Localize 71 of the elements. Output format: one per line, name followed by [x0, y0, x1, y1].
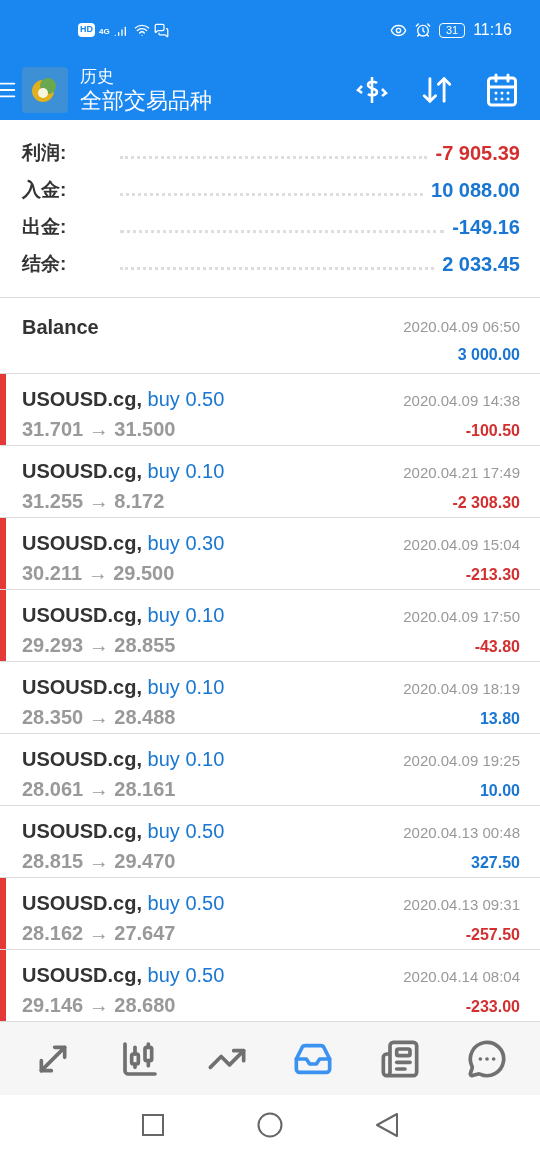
home-icon[interactable] — [257, 1112, 283, 1138]
trade-profit: -2 308.30 — [452, 492, 520, 513]
balance-amount: 3 000.00 — [457, 344, 520, 365]
hd-icon: HD — [78, 23, 95, 37]
balance-label: Balance — [22, 315, 99, 340]
trade-title: USOUSD.cg, buy 0.50 — [22, 891, 225, 916]
trade-prices: 29.293 → 28.855 — [22, 633, 177, 658]
screen-subtitle: 全部交易品种 — [80, 86, 212, 115]
app-logo — [22, 67, 68, 113]
trade-time: 2020.04.14 08:04 — [403, 967, 520, 987]
clock: 11:16 — [473, 20, 512, 40]
chat-bubble-icon[interactable] — [466, 1038, 507, 1079]
trade-profit: -257.50 — [465, 924, 520, 945]
trade-row[interactable]: USOUSD.cg, buy 0.10 29.293 → 28.855 2020.04.09 17:50 -43.80 — [0, 590, 540, 662]
newspaper-icon[interactable] — [379, 1038, 420, 1079]
trade-prices: 30.211 → 29.500 — [22, 561, 176, 586]
summary-value: -7 905.39 — [435, 141, 520, 166]
trade-prices: 31.255 → 8.172 — [22, 489, 166, 514]
trade-profit: -233.00 — [465, 996, 520, 1017]
summary-label: 入金: — [22, 177, 68, 202]
trade-row[interactable]: USOUSD.cg, buy 0.50 28.815 → 29.470 2020.04.13 00:48 327.50 — [0, 806, 540, 878]
trade-profit: -43.80 — [474, 636, 520, 657]
trade-profit: -213.30 — [465, 564, 520, 585]
trade-prices: 29.146 → 28.680 — [22, 993, 177, 1018]
summary-value: 10 088.00 — [431, 178, 520, 203]
trade-title: USOUSD.cg, buy 0.10 — [22, 675, 225, 700]
trade-profit: 327.50 — [471, 852, 520, 873]
trade-title: USOUSD.cg, buy 0.50 — [22, 387, 225, 412]
trade-prices: 28.061 → 28.161 — [22, 777, 177, 802]
trade-profit: 13.80 — [479, 708, 520, 729]
trade-row[interactable]: USOUSD.cg, buy 0.50 31.701 → 31.500 2020.04.09 14:38 -100.50 — [0, 374, 540, 446]
trade-row[interactable]: USOUSD.cg, buy 0.10 28.061 → 28.161 2020.04.09 19:25 10.00 — [0, 734, 540, 806]
trade-time: 2020.04.13 00:48 — [403, 823, 520, 843]
recent-apps-icon[interactable] — [141, 1113, 165, 1137]
trade-row[interactable]: USOUSD.cg, buy 0.10 28.350 → 28.488 2020.04.09 18:19 13.80 — [0, 662, 540, 734]
trade-prices: 31.701 → 31.500 — [22, 417, 177, 442]
summary-label: 结余: — [22, 251, 68, 276]
trade-title: USOUSD.cg, buy 0.50 — [22, 819, 225, 844]
trade-time: 2020.04.09 18:19 — [403, 679, 520, 699]
trade-time: 2020.04.09 14:38 — [403, 391, 520, 411]
battery-icon: 31 — [438, 22, 466, 38]
wifi-icon — [133, 22, 150, 38]
trade-profit: -100.50 — [465, 420, 520, 441]
trade-time: 2020.04.09 17:50 — [403, 607, 520, 627]
trade-title: USOUSD.cg, buy 0.10 — [22, 603, 225, 628]
trade-profit: 10.00 — [479, 780, 520, 801]
trade-prices: 28.815 → 29.470 — [22, 849, 177, 874]
trade-title: USOUSD.cg, buy 0.30 — [22, 531, 225, 556]
trade-row[interactable]: USOUSD.cg, buy 0.10 31.255 → 8.172 2020.04.21 17:49 -2 308.30 — [0, 446, 540, 518]
trade-title: USOUSD.cg, buy 0.50 — [22, 963, 225, 988]
trade-time: 2020.04.13 09:31 — [403, 895, 520, 915]
back-icon[interactable] — [375, 1112, 399, 1138]
chat-icon — [153, 22, 169, 38]
trade-row[interactable]: USOUSD.cg, buy 0.50 28.162 → 27.647 2020.04.13 09:31 -257.50 — [0, 878, 540, 950]
trade-time: 2020.04.09 19:25 — [403, 751, 520, 771]
trade-row[interactable]: USOUSD.cg, buy 0.30 30.211 → 29.500 2020.04.09 15:04 -213.30 — [0, 518, 540, 590]
trade-prices: 28.350 → 28.488 — [22, 705, 177, 730]
trade-time: 2020.04.21 17:49 — [403, 463, 520, 483]
balance-time: 2020.04.09 06:50 — [403, 317, 520, 337]
screen-title: 历史 — [80, 65, 115, 87]
network-type: 4G — [99, 26, 110, 38]
summary-value: -149.16 — [452, 215, 520, 240]
summary-value: 2 033.45 — [442, 252, 520, 277]
trade-title: USOUSD.cg, buy 0.10 — [22, 747, 225, 772]
calendar-icon[interactable] — [484, 72, 520, 108]
trade-title: USOUSD.cg, buy 0.10 — [22, 459, 225, 484]
trade-time: 2020.04.09 15:04 — [403, 535, 520, 555]
alarm-icon — [414, 22, 431, 38]
summary-label: 利润: — [22, 140, 68, 165]
summary-label: 出金: — [22, 214, 68, 239]
trade-prices: 28.162 → 27.647 — [22, 921, 177, 946]
